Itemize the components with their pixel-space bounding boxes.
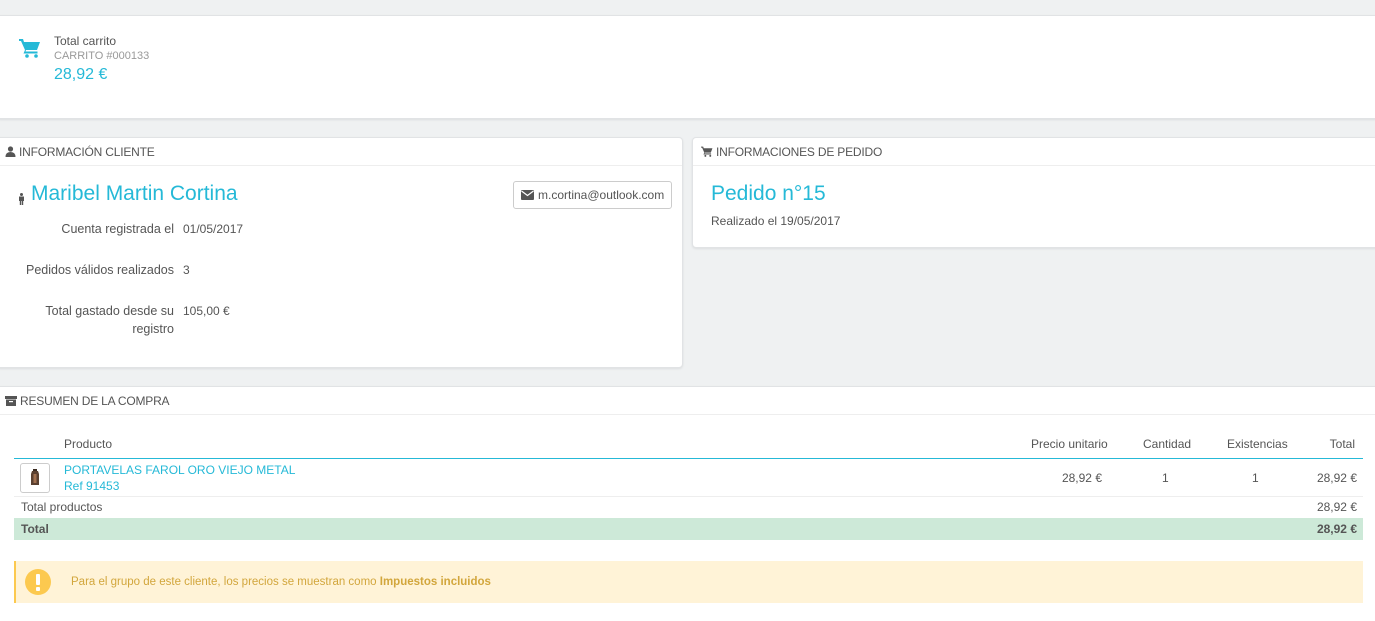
email-button-label: m.cortina@outlook.com xyxy=(538,188,665,202)
info-value: 105,00 € xyxy=(183,304,230,318)
exclamation-icon xyxy=(25,569,51,595)
column-header-quantity: Cantidad xyxy=(1143,437,1192,451)
total-products-value: 28,92 € xyxy=(1316,500,1357,514)
archive-icon xyxy=(5,395,17,406)
info-value: 3 xyxy=(183,263,190,277)
order-panel-heading: INFORMACIONES DE PEDIDO xyxy=(693,138,1375,166)
cart-total-amount: 28,92 € xyxy=(54,66,108,83)
product-quantity: 1 xyxy=(1162,471,1169,485)
customer-name-link[interactable]: Maribel Martin Cortina xyxy=(31,182,238,206)
summary-panel-title: RESUMEN DE LA COMPRA xyxy=(20,393,170,408)
cart-total-panel: Total carrito CARRITO #000133 28,92 € xyxy=(0,15,1375,119)
order-panel-title: INFORMACIONES DE PEDIDO xyxy=(716,144,883,159)
user-icon xyxy=(5,146,16,157)
info-label: Pedidos válidos realizados xyxy=(25,263,174,277)
email-customer-button[interactable]: m.cortina@outlook.com xyxy=(513,181,673,209)
column-header-product: Producto xyxy=(64,437,113,451)
purchase-summary-panel: RESUMEN DE LA COMPRA Producto Precio uni… xyxy=(0,386,1375,621)
total-row: Total 28,92 € xyxy=(14,518,1363,540)
total-products-row: Total productos 28,92 € xyxy=(14,497,1363,518)
lantern-image xyxy=(31,469,39,485)
summary-panel-heading: RESUMEN DE LA COMPRA xyxy=(0,387,1375,415)
envelope-icon xyxy=(521,190,534,200)
order-date: Realizado el 19/05/2017 xyxy=(711,214,841,228)
product-ref-link[interactable]: Ref 91453 xyxy=(64,479,119,493)
product-unit-price: 28,92 € xyxy=(1061,471,1102,485)
customer-info-panel: INFORMACIÓN CLIENTE Maribel Martin Corti… xyxy=(0,137,683,368)
product-stock: 1 xyxy=(1252,471,1259,485)
order-number[interactable]: Pedido n°15 xyxy=(711,182,826,206)
product-thumbnail[interactable] xyxy=(20,463,50,493)
column-header-stock: Existencias xyxy=(1227,437,1288,451)
cart-id: CARRITO #000133 xyxy=(54,50,150,62)
customer-panel-title: INFORMACIÓN CLIENTE xyxy=(19,144,155,159)
info-label: Cuenta registrada el xyxy=(61,222,174,236)
column-header-total: Total xyxy=(1329,437,1355,451)
cart-total-label: Total carrito xyxy=(54,34,117,48)
total-label: Total xyxy=(21,522,49,536)
tax-info-alert: Para el grupo de este cliente, los preci… xyxy=(14,561,1363,603)
order-info-panel: INFORMACIONES DE PEDIDO Pedido n°15 Real… xyxy=(692,137,1375,248)
shopping-cart-icon xyxy=(701,146,713,157)
total-products-label: Total productos xyxy=(21,500,103,514)
table-row: PORTAVELAS FAROL ORO VIEJO METAL Ref 914… xyxy=(14,459,1363,497)
product-total: 28,92 € xyxy=(1316,471,1357,485)
person-icon xyxy=(19,193,24,205)
column-header-unit-price: Precio unitario xyxy=(1031,437,1108,451)
customer-panel-heading: INFORMACIÓN CLIENTE xyxy=(0,138,682,166)
alert-text: Para el grupo de este cliente, los preci… xyxy=(71,576,377,588)
table-header: Producto Precio unitario Cantidad Existe… xyxy=(14,435,1363,459)
info-label: Total gastado desde su registro xyxy=(45,304,174,336)
alert-bold-text: Impuestos incluidos xyxy=(379,576,491,588)
shopping-cart-icon xyxy=(19,39,40,58)
info-value: 01/05/2017 xyxy=(183,222,244,236)
total-value: 28,92 € xyxy=(1316,522,1357,536)
product-name-link[interactable]: PORTAVELAS FAROL ORO VIEJO METAL xyxy=(64,463,295,477)
